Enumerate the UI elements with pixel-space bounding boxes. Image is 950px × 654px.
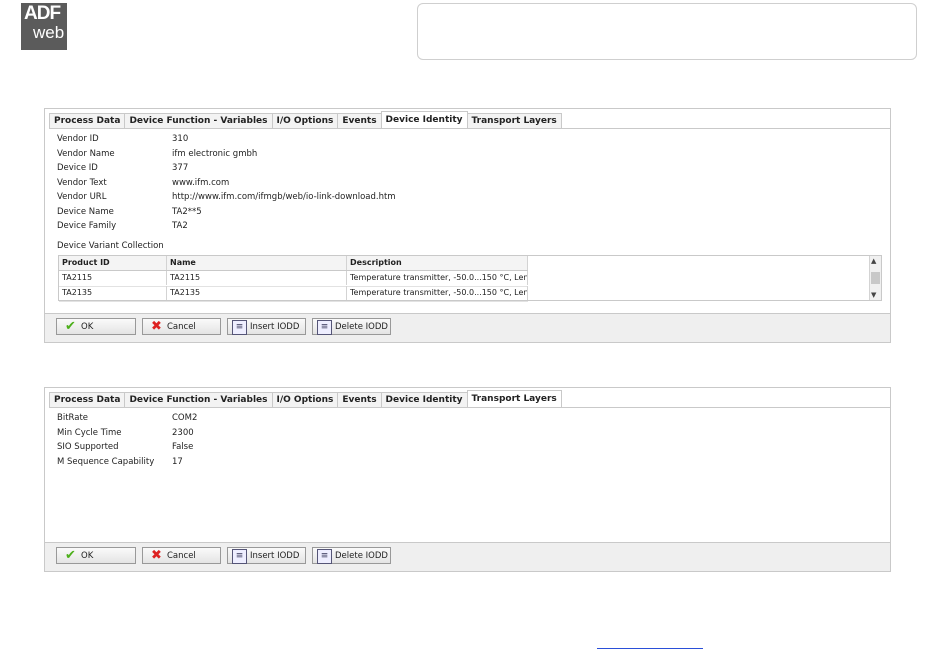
scroll-up-icon[interactable]: ▲	[871, 257, 876, 265]
tab-transport-layers[interactable]: Transport Layers	[466, 113, 562, 128]
button-label: Cancel	[167, 551, 196, 561]
button-label: OK	[81, 322, 94, 332]
field-label: Device Family	[57, 221, 117, 231]
header-box	[417, 3, 917, 60]
cell-name: TA2115	[167, 271, 347, 285]
device-identity-panel: Process Data Device Function - Variables…	[44, 108, 891, 343]
button-label: Delete IODD	[335, 322, 388, 332]
field-label: Vendor URL	[57, 192, 107, 202]
ok-button[interactable]: ✔ OK	[56, 547, 136, 564]
button-bar: ✔ OK ✖ Cancel ≡ Insert IODD ≡ Delete IOD…	[45, 542, 890, 571]
field-value: http://www.ifm.com/ifmgb/web/io-link-dow…	[172, 192, 396, 202]
field-label: Vendor ID	[57, 134, 99, 144]
tab-io-options[interactable]: I/O Options	[271, 392, 339, 407]
tab-events[interactable]: Events	[337, 392, 382, 407]
logo-text-adf: ADF	[24, 3, 61, 24]
tab-device-function-variables[interactable]: Device Function - Variables	[124, 392, 273, 407]
cell-description: Temperature transmitter, -50.0...150 °C,…	[347, 271, 528, 285]
field-value: TA2**5	[172, 207, 202, 217]
col-product-id[interactable]: Product ID	[59, 256, 167, 270]
scroll-thumb[interactable]	[871, 272, 880, 284]
button-label: Cancel	[167, 322, 196, 332]
footer-link-underline[interactable]	[597, 648, 703, 649]
tab-bar: Process Data Device Function - Variables…	[49, 390, 562, 407]
field-value: TA2	[172, 221, 188, 231]
field-label: BitRate	[57, 413, 89, 423]
tab-transport-layers[interactable]: Transport Layers	[466, 390, 562, 407]
field-value: 377	[172, 163, 189, 173]
document-delete-icon: ≡	[317, 549, 332, 564]
tab-device-function-variables[interactable]: Device Function - Variables	[124, 113, 273, 128]
tab-io-options[interactable]: I/O Options	[271, 113, 339, 128]
field-value: ifm electronic gmbh	[172, 149, 258, 159]
button-label: Insert IODD	[250, 551, 300, 561]
tab-device-identity[interactable]: Device Identity	[380, 392, 468, 407]
adfweb-logo: ADF web	[21, 3, 67, 50]
tab-bar: Process Data Device Function - Variables…	[49, 111, 562, 128]
document-insert-icon: ≡	[232, 320, 247, 335]
cell-product-id: TA2135	[59, 286, 167, 300]
field-value: 310	[172, 134, 189, 144]
col-name[interactable]: Name	[167, 256, 347, 270]
button-label: Delete IODD	[335, 551, 388, 561]
field-value: www.ifm.com	[172, 178, 230, 188]
logo-text-web: web	[33, 23, 65, 42]
ok-button[interactable]: ✔ OK	[56, 318, 136, 335]
field-label: Vendor Text	[57, 178, 107, 188]
field-label: SIO Supported	[57, 442, 119, 452]
cancel-button[interactable]: ✖ Cancel	[142, 318, 221, 335]
check-icon: ✔	[65, 548, 76, 563]
cancel-button[interactable]: ✖ Cancel	[142, 547, 221, 564]
scroll-down-icon[interactable]: ▼	[871, 291, 876, 299]
field-value: 17	[172, 457, 183, 467]
cell-name: TA2135	[167, 286, 347, 300]
table-row[interactable]: TA2135 TA2135 Temperature transmitter, -…	[59, 286, 528, 302]
tab-process-data[interactable]: Process Data	[49, 113, 126, 128]
device-variant-table: Product ID Name Description TA2115 TA211…	[58, 255, 882, 302]
field-value: 2300	[172, 428, 194, 438]
col-description[interactable]: Description	[347, 256, 528, 270]
tab-events[interactable]: Events	[337, 113, 382, 128]
field-label: Min Cycle Time	[57, 428, 122, 438]
field-value: COM2	[172, 413, 198, 423]
insert-iodd-button[interactable]: ≡ Insert IODD	[227, 547, 306, 564]
insert-iodd-button[interactable]: ≡ Insert IODD	[227, 318, 306, 335]
document-delete-icon: ≡	[317, 320, 332, 335]
tab-process-data[interactable]: Process Data	[49, 392, 126, 407]
field-value: False	[172, 442, 194, 452]
close-icon: ✖	[151, 548, 162, 563]
button-bar: ✔ OK ✖ Cancel ≡ Insert IODD ≡ Delete IOD…	[45, 313, 890, 342]
table-scrollbar[interactable]: ▲ ▼	[869, 256, 881, 300]
tab-device-identity[interactable]: Device Identity	[380, 111, 468, 128]
field-label: M Sequence Capability	[57, 457, 155, 467]
button-label: Insert IODD	[250, 322, 300, 332]
field-label: Device ID	[57, 163, 98, 173]
tab-content: BitRate COM2 Min Cycle Time 2300 SIO Sup…	[49, 407, 890, 543]
table-row[interactable]: TA2115 TA2115 Temperature transmitter, -…	[59, 271, 528, 287]
transport-layers-panel: Process Data Device Function - Variables…	[44, 387, 891, 572]
close-icon: ✖	[151, 319, 162, 334]
delete-iodd-button[interactable]: ≡ Delete IODD	[312, 547, 391, 564]
check-icon: ✔	[65, 319, 76, 334]
document-insert-icon: ≡	[232, 549, 247, 564]
section-label: Device Variant Collection	[57, 241, 164, 251]
cell-description: Temperature transmitter, -50.0...150 °C,…	[347, 286, 528, 300]
cell-product-id: TA2115	[59, 271, 167, 285]
field-label: Vendor Name	[57, 149, 115, 159]
field-label: Device Name	[57, 207, 114, 217]
table-header: Product ID Name Description	[59, 256, 528, 271]
delete-iodd-button[interactable]: ≡ Delete IODD	[312, 318, 391, 335]
button-label: OK	[81, 551, 94, 561]
